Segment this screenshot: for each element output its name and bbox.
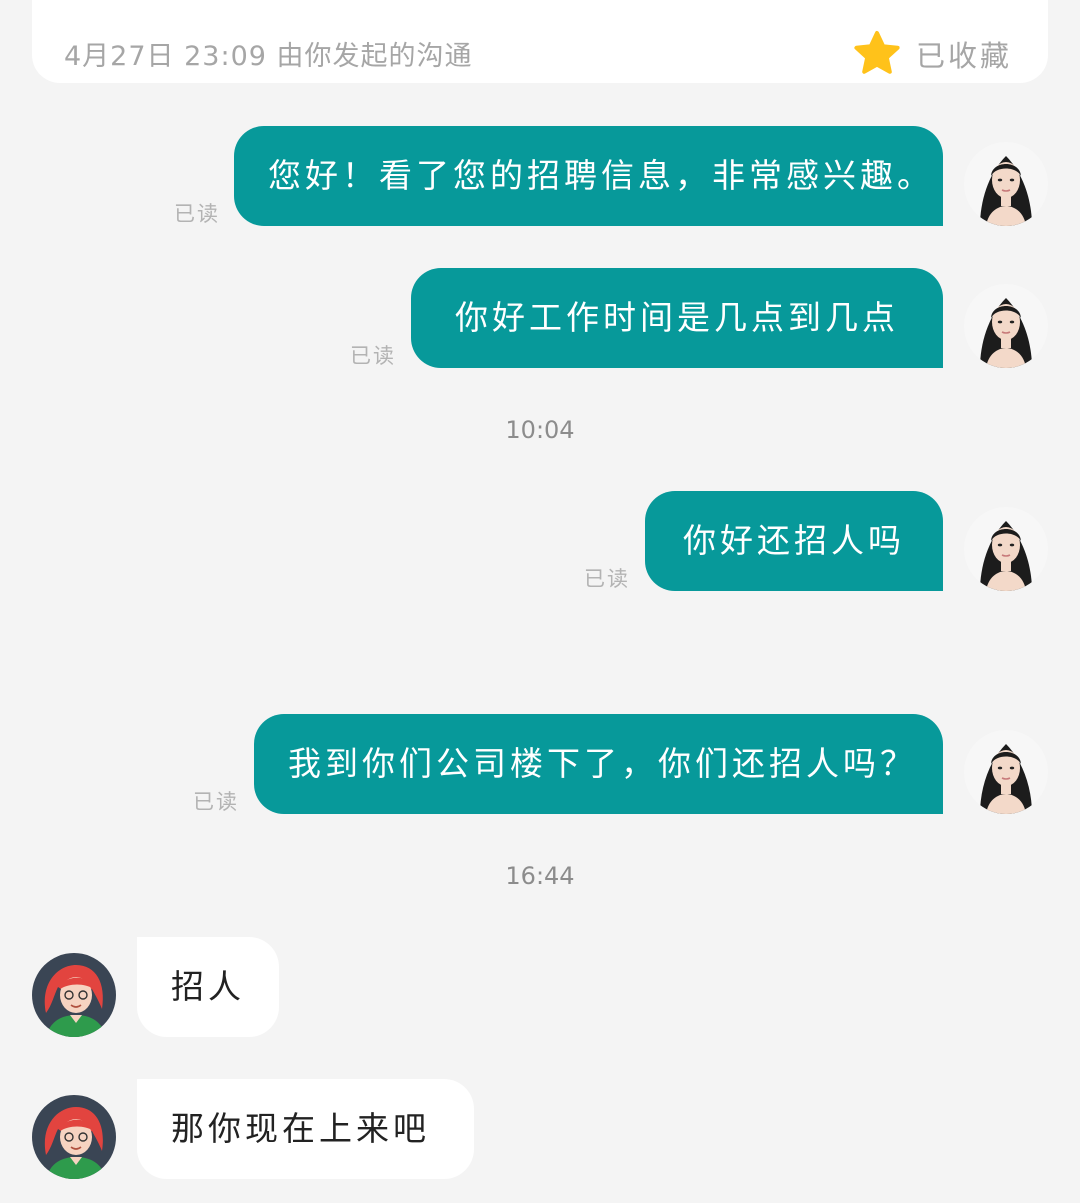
outgoing-message[interactable]: 您好！看了您的招聘信息，非常感兴趣。 (234, 126, 943, 226)
timestamp: 10:04 (505, 416, 575, 444)
read-status: 已读 (350, 344, 396, 368)
contact-avatar[interactable] (32, 1095, 116, 1179)
read-status: 已读 (193, 790, 239, 814)
avatar[interactable] (964, 730, 1048, 814)
conversation-start-info: 4月27日 23:09 由你发起的沟通 (64, 41, 473, 72)
read-status: 已读 (584, 567, 630, 591)
outgoing-message[interactable]: 你好工作时间是几点到几点 (411, 268, 943, 368)
timestamp: 16:44 (505, 862, 575, 890)
incoming-message[interactable]: 招人 (137, 937, 279, 1037)
avatar[interactable] (964, 142, 1048, 226)
avatar[interactable] (964, 507, 1048, 591)
favorite-label[interactable]: 已收藏 (916, 33, 1012, 75)
contact-avatar[interactable] (32, 953, 116, 1037)
avatar[interactable] (964, 284, 1048, 368)
star-icon[interactable] (853, 30, 901, 76)
outgoing-message[interactable]: 你好还招人吗 (645, 491, 943, 591)
outgoing-message[interactable]: 我到你们公司楼下了，你们还招人吗？ (254, 714, 943, 814)
incoming-message[interactable]: 那你现在上来吧 (137, 1079, 474, 1179)
read-status: 已读 (174, 202, 220, 226)
